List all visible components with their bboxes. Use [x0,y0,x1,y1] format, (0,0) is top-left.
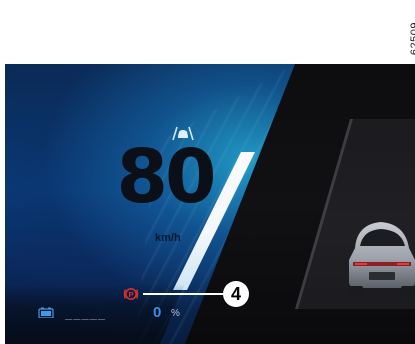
speed-unit-label: km/h [155,232,181,244]
speed-readout: 80 [116,134,217,220]
figure-reference-code: 62509 [409,22,415,56]
instrument-cluster-display: 80 km/h P 4 _____ 0 % [5,64,415,344]
battery-charge-unit: % [171,308,180,319]
callout-marker: 4 [223,281,249,307]
svg-text:P: P [128,290,133,299]
callout-leader-line [143,293,223,295]
battery-charge-value: 0 [153,304,162,321]
parking-brake-warning-icon: P [123,288,139,300]
battery-icon [38,307,54,318]
range-placeholder: _____ [65,306,107,320]
vehicle-rear-view-icon [349,222,415,296]
